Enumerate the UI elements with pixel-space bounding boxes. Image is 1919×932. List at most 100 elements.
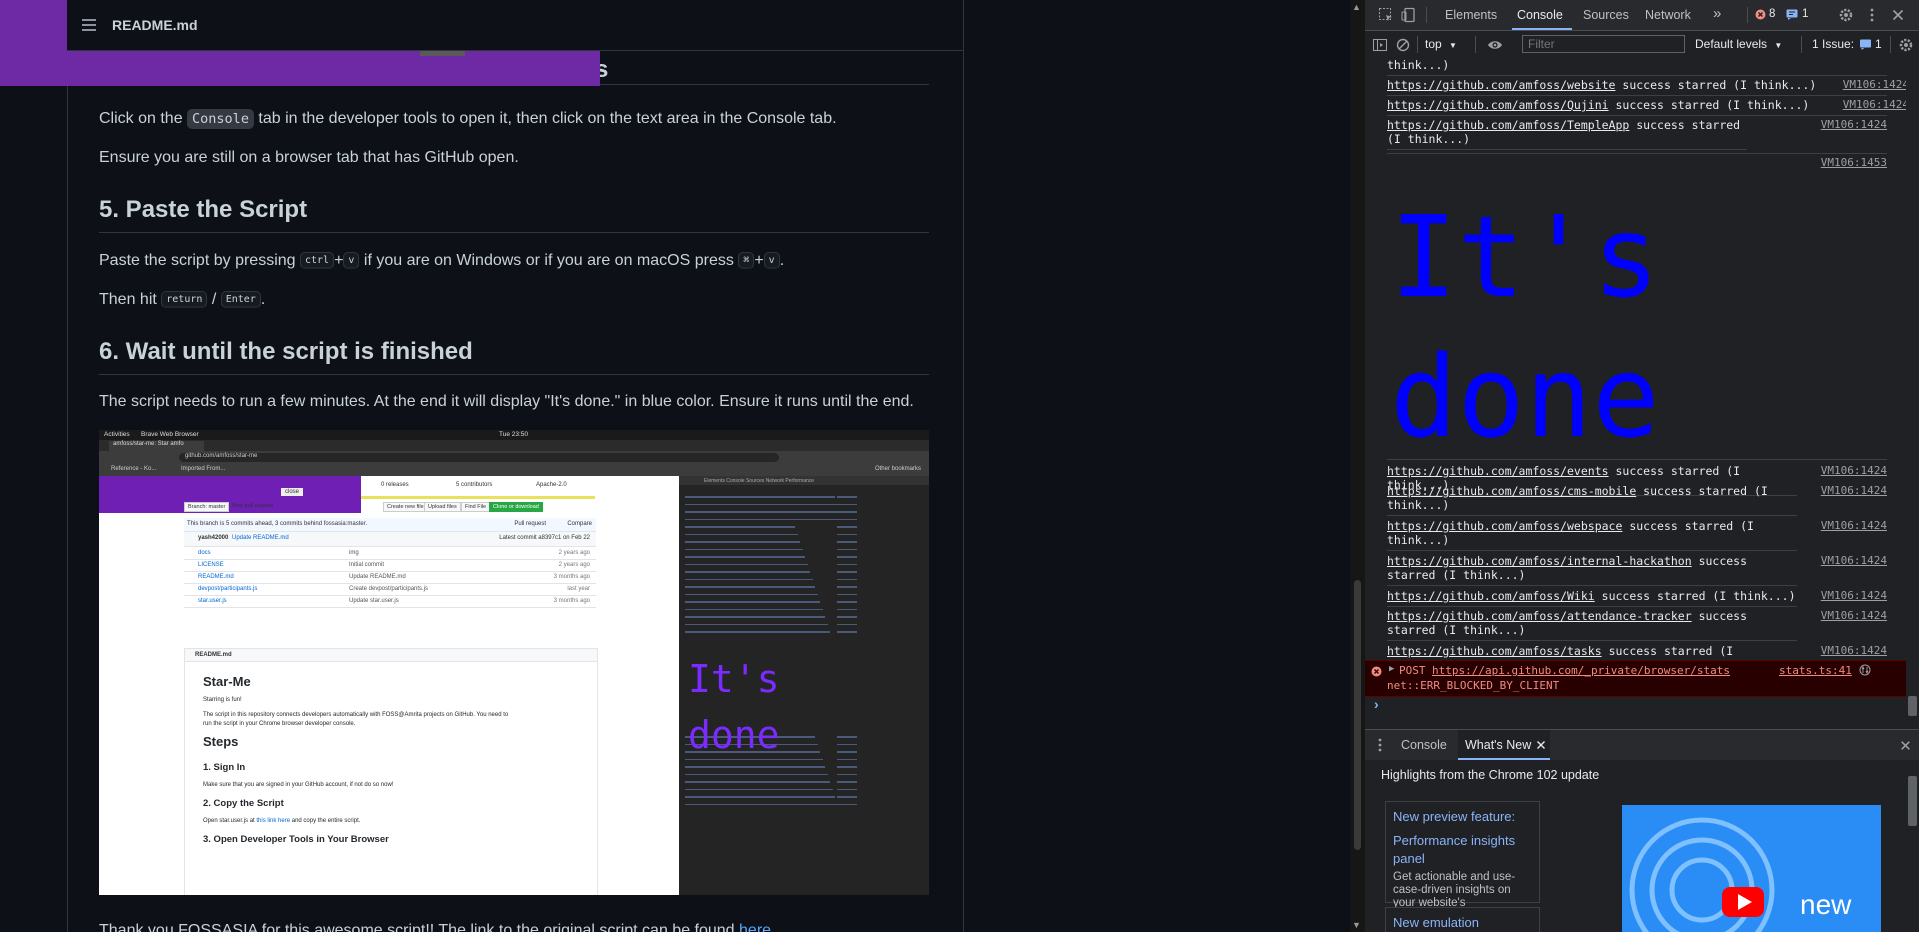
log-text: success starred (I think...) xyxy=(1594,589,1796,603)
step6-paragraph: The script needs to run a few minutes. A… xyxy=(99,393,914,410)
tab-network[interactable]: Network xyxy=(1645,8,1691,22)
page-scroll-thumb[interactable] xyxy=(1354,580,1361,850)
drawer-menu-icon[interactable] xyxy=(1372,737,1388,753)
log-source[interactable]: VM106:1424 xyxy=(1821,554,1887,567)
intro-text: The script in this repository connects d… xyxy=(203,712,509,727)
file-name: star.user.js xyxy=(198,598,227,604)
console-scroll-thumb[interactable] xyxy=(1908,696,1917,716)
log-link[interactable]: https://github.com/amfoss/events xyxy=(1387,464,1609,478)
kbd-return: return xyxy=(161,291,208,308)
log-source[interactable]: VM106:1424 xyxy=(1843,78,1906,92)
embedded-log-source xyxy=(837,623,857,625)
embedded-log-source xyxy=(837,526,857,528)
file-commit-msg: Update star.user.js xyxy=(349,598,399,604)
chevron-down-icon: ▼ xyxy=(1774,41,1783,50)
drawer-tab-console[interactable]: Console xyxy=(1401,738,1447,752)
log-levels-dropdown[interactable]: Default levels ▼ xyxy=(1695,37,1782,51)
context-selector[interactable]: top ▼ xyxy=(1425,37,1457,51)
log-link[interactable]: https://github.com/amfoss/Qujini xyxy=(1387,98,1609,112)
log-link[interactable]: https://github.com/amfoss/website xyxy=(1387,78,1615,92)
close-drawer-icon[interactable] xyxy=(1900,740,1911,751)
text: tab in the developer tools to open it, t… xyxy=(253,110,837,127)
log-source[interactable]: VM106:1424 xyxy=(1821,609,1887,622)
log-source[interactable]: VM106:1424 xyxy=(1821,484,1887,497)
drawer-scrollbar[interactable] xyxy=(1906,760,1919,932)
page-scrollbar[interactable]: ▲ ▼ xyxy=(1350,0,1365,932)
releases: 0 releases xyxy=(381,482,409,488)
close-devtools-icon[interactable] xyxy=(1890,7,1906,23)
list-icon[interactable] xyxy=(82,17,98,33)
text: This branch is 5 commits ahead, 3 commit… xyxy=(187,521,368,527)
inspect-icon[interactable] xyxy=(1378,7,1394,23)
feature-card-emulation[interactable]: New emulation shortcuts in xyxy=(1385,907,1540,932)
more-tabs-icon[interactable]: » xyxy=(1713,5,1721,22)
log-source[interactable]: VM106:1424 xyxy=(1821,519,1887,532)
os-topbar: Activities Brave Web Browser Tue 23:50 xyxy=(99,430,929,440)
console-scrollbar[interactable] xyxy=(1906,58,1919,718)
kebab-menu-icon[interactable] xyxy=(1864,7,1880,23)
embedded-log-source xyxy=(837,736,857,738)
filter-input[interactable] xyxy=(1522,35,1685,53)
log-source[interactable]: VM106:1453 xyxy=(1821,156,1887,169)
activities-label: Activities xyxy=(104,431,130,438)
embedded-log-source xyxy=(837,533,857,535)
tab-sources[interactable]: Sources xyxy=(1583,8,1629,22)
error-badge[interactable]: 8 xyxy=(1755,6,1775,22)
device-toolbar-icon[interactable] xyxy=(1401,7,1417,23)
error-source[interactable]: stats.ts:41 xyxy=(1779,664,1852,677)
h-copy: 2. Copy the Script xyxy=(203,798,284,809)
embedded-log-line xyxy=(685,803,838,805)
whats-new-video-thumbnail[interactable]: new xyxy=(1622,805,1881,932)
eye-icon[interactable] xyxy=(1487,37,1503,53)
scroll-up-arrow[interactable]: ▲ xyxy=(1352,2,1361,12)
text: Click on the xyxy=(99,110,188,127)
network-request-icon[interactable] xyxy=(1859,664,1871,676)
text: Open star.user.js at xyxy=(203,818,257,824)
context-value: top xyxy=(1425,37,1442,51)
text: done xyxy=(688,713,780,757)
its-done-log: It's done xyxy=(1390,188,1660,468)
console-prompt[interactable]: › xyxy=(1374,696,1379,712)
console-toolbar: top ▼ Default levels ▼ 1 Issue: 1 xyxy=(1365,31,1919,59)
log-link[interactable]: https://github.com/amfoss/cms-mobile xyxy=(1387,484,1636,498)
sidebar-toggle-icon[interactable] xyxy=(1372,37,1388,53)
drawer-scroll-thumb[interactable] xyxy=(1908,776,1917,826)
log-source[interactable]: VM106:1424 xyxy=(1821,644,1887,657)
copy-text: Open star.user.js at this link here and … xyxy=(203,818,360,824)
bookmarks-bar: Reference - Ko... Imported From... Other… xyxy=(99,464,929,476)
close-tab-icon[interactable] xyxy=(1536,740,1546,750)
log-link[interactable]: https://github.com/amfoss/Wiki xyxy=(1387,589,1595,603)
divider xyxy=(1387,459,1887,460)
drawer-tab-whats-new[interactable]: What's New xyxy=(1458,730,1550,760)
expand-triangle-icon[interactable]: ▶ xyxy=(1389,664,1394,674)
file-date: 3 months ago xyxy=(553,574,590,580)
issues-button[interactable]: 1 Issue: 1 xyxy=(1812,35,1882,53)
active-tab-indicator xyxy=(1512,28,1572,30)
log-link[interactable]: https://github.com/amfoss/attendance-tra… xyxy=(1387,609,1692,623)
embedded-log-line xyxy=(685,586,815,588)
scroll-down-arrow[interactable]: ▼ xyxy=(1352,920,1361,930)
embedded-log-source xyxy=(837,518,857,520)
tab-elements[interactable]: Elements xyxy=(1445,8,1497,22)
log-source[interactable]: VM106:1424 xyxy=(1821,464,1887,477)
log-link[interactable]: https://github.com/amfoss/webspace xyxy=(1387,519,1622,533)
error-url[interactable]: https://api.github.com/_private/browser/… xyxy=(1432,664,1730,677)
console-settings-icon[interactable] xyxy=(1898,37,1914,53)
log-source[interactable]: VM106:1424 xyxy=(1821,118,1887,131)
original-script-link[interactable]: here xyxy=(739,922,771,932)
card-title: New preview feature: xyxy=(1393,809,1516,824)
settings-gear-icon[interactable] xyxy=(1838,7,1854,23)
log-source[interactable]: VM106:1424 xyxy=(1821,589,1887,602)
file-row: devpost/participants.js Create devpost/pa… xyxy=(184,584,596,596)
log-link[interactable]: https://github.com/amfoss/tasks xyxy=(1387,644,1602,658)
clear-console-icon[interactable] xyxy=(1395,37,1411,53)
message-badge[interactable]: 1 xyxy=(1786,6,1808,22)
feature-card-performance[interactable]: New preview feature: Performance insight… xyxy=(1385,801,1540,922)
log-link[interactable]: https://github.com/amfoss/TempleApp xyxy=(1387,118,1629,132)
highlights-heading: Highlights from the Chrome 102 update xyxy=(1381,768,1600,782)
tab-console[interactable]: Console xyxy=(1517,8,1563,22)
log-source[interactable]: VM106:1424 xyxy=(1843,98,1906,112)
upload-button: Upload files xyxy=(424,502,461,512)
embedded-log-line xyxy=(685,503,838,505)
log-link[interactable]: https://github.com/amfoss/internal-hacka… xyxy=(1387,554,1692,568)
